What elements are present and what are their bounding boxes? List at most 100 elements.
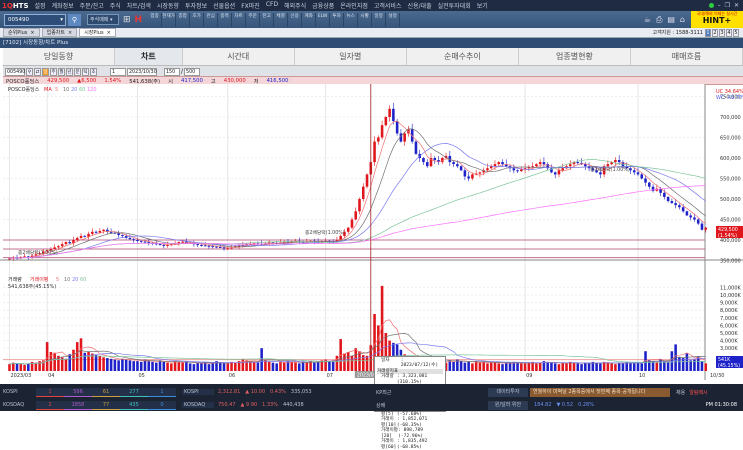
period-button[interactable]: 월	[58, 67, 65, 76]
toolbar-button[interactable]: 체결	[274, 12, 289, 27]
page-button[interactable]: 3	[719, 28, 725, 37]
close-tab-icon[interactable]: ×	[107, 30, 111, 36]
close-tab-icon[interactable]: ×	[30, 30, 34, 36]
tab-0[interactable]: 당일동향	[3, 48, 116, 65]
hint-plus-banner[interactable]: 국내/해외 이제는 실시간 HINT+	[691, 11, 743, 28]
volume-bar	[226, 363, 230, 371]
minimize-button[interactable]: –	[718, 2, 721, 9]
status-label[interactable]: 원/달러 위안	[488, 400, 528, 410]
doc-tab[interactable]: 시장Plus ×	[79, 28, 116, 37]
menu-item[interactable]: 투자정보	[185, 1, 207, 10]
memo-icon[interactable]: ▤	[667, 15, 675, 25]
menu-item[interactable]: 선물옵션	[213, 1, 235, 10]
code-search-button[interactable]: ⚲	[26, 67, 33, 76]
cup-icon[interactable]: ☕	[644, 15, 651, 25]
period-button[interactable]: 초	[90, 67, 97, 76]
toolbar-button[interactable]: 뉴스	[344, 12, 359, 27]
total-input[interactable]: 500	[184, 67, 201, 76]
toolbar-button[interactable]: 호가	[190, 12, 205, 27]
toolbar-button[interactable]: ELW	[316, 12, 331, 27]
period-button[interactable]: 틱	[82, 67, 89, 76]
close-button[interactable]: ✕	[734, 2, 739, 9]
toolbar-button[interactable]: 설정	[386, 12, 401, 27]
trade-type-dropdown[interactable]: 주식매매 ▾	[87, 14, 119, 25]
tab-2[interactable]: 시간대	[183, 48, 295, 65]
toolbar-button[interactable]: 시황	[358, 12, 373, 27]
tab-1[interactable]: 차트	[115, 48, 183, 65]
volume-bar	[267, 361, 271, 371]
period-button[interactable]: 분	[74, 67, 81, 76]
toolbar-button[interactable]: 일정	[372, 12, 387, 27]
stock-search-input[interactable]: 005490 ▾	[4, 13, 66, 26]
menu-item[interactable]: 온라인지점	[340, 1, 368, 10]
candle-body	[354, 211, 358, 220]
period-button[interactable]: 주	[50, 67, 57, 76]
tab-5[interactable]: 업종별현황	[519, 48, 631, 65]
menu-item[interactable]: 신용/대출	[407, 1, 431, 10]
doc-tab[interactable]: 순위Plus ×	[3, 28, 40, 37]
toolbar-button[interactable]: 신용	[288, 12, 303, 27]
toolbar-button[interactable]: 현재가	[162, 12, 177, 27]
status-extra[interactable]: KP최근	[376, 389, 420, 396]
tab-4[interactable]: 순매수추이	[407, 48, 519, 65]
volume-bar	[252, 361, 256, 371]
toolbar-button[interactable]: 잔고	[260, 12, 275, 27]
toolbar-button[interactable]: 주문	[246, 12, 261, 27]
toolbar-button[interactable]: 투자	[330, 12, 345, 27]
menu-item[interactable]: FX마진	[241, 1, 260, 10]
doc-tab[interactable]: 업종차트 ×	[41, 28, 78, 37]
menu-item[interactable]: 해외주식	[284, 1, 306, 10]
menu-item[interactable]: 금융상품	[312, 1, 334, 10]
period-button[interactable]: 일	[42, 67, 49, 76]
tab-6[interactable]: 매매흐름	[631, 48, 743, 65]
home-icon[interactable]: ⌂	[680, 15, 685, 25]
period-button[interactable]: 년	[66, 67, 73, 76]
date-input[interactable]: 2023/10/30	[127, 67, 157, 76]
add-window-icon[interactable]: ⊞	[123, 15, 131, 25]
toolbar-button[interactable]: 관심	[204, 12, 219, 27]
page-button[interactable]: 1	[705, 28, 711, 37]
news-ticker[interactable]: 연월하이 마벅날 2종목중에서 첫번째 종목 공개됩니다	[530, 387, 670, 397]
volume-bar	[452, 361, 455, 371]
job-button[interactable]: 채용	[676, 389, 685, 396]
toolbar-button[interactable]: 업종	[148, 12, 163, 27]
dividend-annotation: 종2배당락(1.00%)	[18, 249, 58, 256]
toolbar-button[interactable]: 차트	[232, 12, 247, 27]
count-input[interactable]: 150	[164, 67, 180, 76]
print-icon[interactable]: ⎙	[656, 15, 662, 25]
search-button[interactable]: ⚲	[68, 13, 81, 26]
restore-button[interactable]: ❐	[725, 2, 730, 9]
volume-bar	[331, 360, 335, 371]
menu-item[interactable]: 설정	[35, 1, 46, 10]
unit-input[interactable]: 1	[110, 67, 126, 76]
volume-bar	[467, 361, 470, 371]
menu-item[interactable]: 보기	[477, 1, 488, 10]
menu-item[interactable]: 차트/검색	[127, 1, 151, 10]
toolbar-button[interactable]: 종합	[176, 12, 191, 27]
toolbar-button[interactable]: 계좌	[302, 12, 317, 27]
tab-3[interactable]: 일자별	[295, 48, 407, 65]
status-extra[interactable]: 상배	[376, 402, 420, 409]
page-button[interactable]: 5	[733, 28, 739, 37]
tooltip-row: 일자: 2023/07/12(수)	[381, 358, 439, 369]
page-button[interactable]: 2	[712, 28, 718, 37]
menu-item[interactable]: 주식	[110, 1, 121, 10]
menu-item[interactable]: 주문/잔고	[80, 1, 104, 10]
menu-item[interactable]: 시장동향	[157, 1, 179, 10]
toolbar-button[interactable]: 종목	[218, 12, 233, 27]
menu-item[interactable]: 고객서비스	[374, 1, 402, 10]
hts-h-icon[interactable]: H	[135, 15, 143, 25]
swap-button[interactable]: ⇄	[34, 67, 41, 76]
alert-button[interactable]: 알림메시	[689, 389, 707, 396]
page-button[interactable]: 4	[726, 28, 732, 37]
status-label[interactable]: 데이터투자	[488, 387, 528, 397]
candle-body	[512, 168, 516, 171]
menu-item[interactable]: 계좌정보	[52, 1, 74, 10]
close-tab-icon[interactable]: ×	[68, 30, 72, 36]
menu-item[interactable]: 실전투자대회	[438, 1, 471, 10]
code-input[interactable]: 005490	[5, 67, 25, 76]
volume-tick-label: 3,000K	[720, 346, 738, 352]
candle-body	[696, 219, 700, 224]
menu-item[interactable]: CFD	[266, 1, 278, 10]
price-volume-chart[interactable]: 750,000700,000650,000600,000550,000500,0…	[0, 84, 743, 384]
